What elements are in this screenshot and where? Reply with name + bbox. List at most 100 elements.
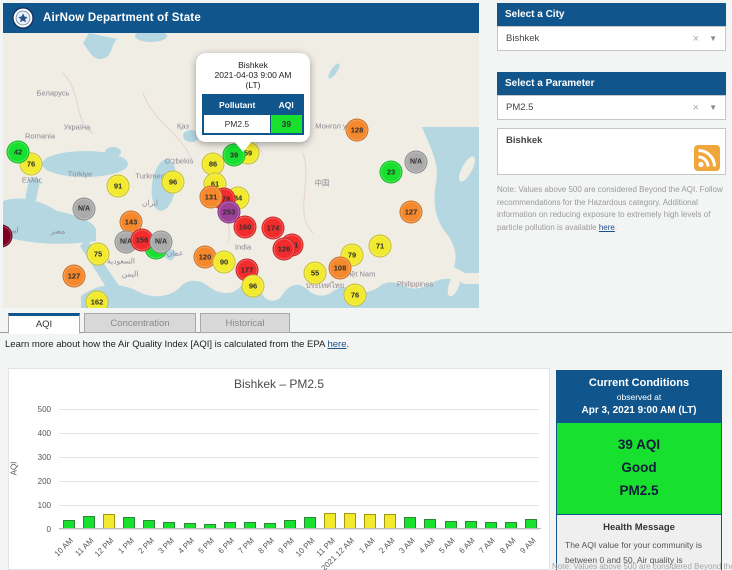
aqi-marker[interactable]: 42 (6, 140, 30, 164)
aqi-marker[interactable]: N/A (72, 197, 96, 221)
sidebar-note-period: . (614, 222, 618, 232)
aqi-marker[interactable]: 91 (106, 174, 130, 198)
chart-bar-slot (521, 409, 541, 528)
chart-bar[interactable] (63, 520, 76, 528)
chart-bar[interactable] (324, 513, 337, 528)
aqi-marker[interactable]: 76 (343, 283, 367, 307)
y-tick-label: 200 (37, 477, 51, 486)
x-tick-label: 4 PM (176, 536, 196, 556)
map-country-label: Україна (63, 122, 91, 132)
chart-y-axis-label: AQI (9, 461, 19, 476)
rss-feed-box: Bishkek (497, 128, 726, 175)
x-tick-label: 1 AM (357, 536, 377, 556)
gridline (59, 529, 539, 530)
chart-bar[interactable] (464, 521, 477, 528)
x-tick-label: 9 AM (517, 536, 538, 556)
chart-bar[interactable] (404, 517, 417, 528)
map-country-label: مصر (50, 226, 66, 236)
aqi-marker[interactable]: 162 (85, 290, 109, 308)
chart-bar-slot (59, 409, 79, 528)
chart-bar[interactable] (263, 523, 276, 528)
x-tick-slot: 9 AM (517, 531, 541, 565)
aqi-marker[interactable]: N/A (404, 150, 428, 174)
tab-historical[interactable]: Historical (200, 313, 290, 333)
chart-bar[interactable] (364, 514, 377, 528)
chart-bar[interactable] (303, 517, 316, 528)
aqi-pollutant-line: PM2.5 (619, 483, 659, 498)
parameter-caret-icon[interactable]: ▼ (709, 103, 717, 112)
aqi-marker[interactable]: 126 (272, 237, 296, 261)
aqi-marker[interactable]: 71 (368, 234, 392, 258)
aqi-marker[interactable]: 96 (161, 170, 185, 194)
select-city-panel: Select a City Bishkek × ▼ (497, 3, 726, 51)
x-tick-label: 4 AM (417, 536, 437, 556)
chart-bar[interactable] (83, 516, 96, 528)
rss-city-label: Bishkek (506, 135, 543, 146)
aqi-marker[interactable]: 90 (212, 250, 236, 274)
learn-more-prefix: Learn more about how the Air Quality Ind… (5, 339, 328, 350)
aqi-marker[interactable]: N/A (149, 230, 173, 254)
map-country-label: India (234, 242, 252, 252)
x-tick-label: 7 PM (236, 536, 257, 556)
x-tick-label: 3 AM (397, 536, 417, 556)
chart-bar[interactable] (163, 522, 176, 528)
chart-bar-slot (501, 409, 521, 528)
aqi-marker[interactable]: 160 (233, 215, 257, 239)
city-caret-icon[interactable]: ▼ (709, 34, 717, 43)
select-parameter-panel: Select a Parameter PM2.5 × ▼ (497, 72, 726, 120)
learn-more-link[interactable]: here (327, 339, 346, 350)
tab-bar: AQI Concentration Historical (8, 313, 290, 334)
chart-bar[interactable] (444, 521, 457, 528)
chart-bars (59, 409, 541, 529)
aqi-marker[interactable]: 108 (328, 256, 352, 280)
chart-bar[interactable] (283, 520, 296, 528)
chart-bar-slot (320, 409, 340, 528)
chart-bar[interactable] (484, 522, 497, 528)
chart-bar[interactable] (424, 519, 437, 528)
chart-bar[interactable] (344, 513, 357, 528)
aqi-marker[interactable]: 55 (303, 261, 327, 285)
parameter-dropdown[interactable]: PM2.5 × ▼ (497, 95, 726, 120)
x-tick-label: 7 AM (477, 536, 498, 556)
chart-bar[interactable] (223, 522, 236, 528)
chart-bar[interactable] (524, 519, 537, 528)
chart-bar-slot (119, 409, 139, 528)
learn-more-period: . (346, 339, 350, 350)
sidebar-note-link[interactable]: here (599, 223, 615, 232)
observed-at-label: observed at (616, 392, 662, 402)
aqi-chart-card: Bishkek – PM2.5 AQI 500 400 300 200 100 0 10 … (8, 368, 550, 570)
aqi-marker[interactable]: 127 (399, 200, 423, 224)
chart-bar-slot (240, 409, 260, 528)
chart-bar[interactable] (103, 514, 116, 528)
chart-bar[interactable] (143, 520, 156, 528)
aqi-category-line: Good (621, 460, 657, 475)
popup-pollutant-value: PM2.5 (202, 114, 271, 135)
current-conditions-header: Current Conditions observed at Apr 3, 20… (557, 371, 721, 423)
tab-aqi[interactable]: AQI (8, 313, 80, 334)
chart-bar[interactable] (504, 522, 517, 528)
x-tick-label: 6 PM (216, 536, 237, 556)
aqi-marker[interactable]: 23 (379, 160, 403, 184)
chart-bar[interactable] (123, 517, 136, 528)
tab-concentration[interactable]: Concentration (84, 313, 196, 333)
aqi-marker[interactable]: 127 (62, 264, 86, 288)
chart-bar-slot (340, 409, 360, 528)
city-dropdown[interactable]: Bishkek × ▼ (497, 26, 726, 51)
bottom-note-cut: Note: Values above 500 are considered Be… (552, 562, 732, 570)
chart-bar[interactable] (183, 523, 196, 528)
chart-bar[interactable] (243, 522, 256, 528)
map-country-label: السعودية (106, 256, 136, 266)
observed-datetime: Apr 3, 2021 9:00 AM (LT) (581, 405, 697, 416)
chart-xlabels: 10 AM 11 AM 12 PM 1 PM 2 PM 3 PM 4 PM 5 PM 6 PM 7… (53, 531, 541, 570)
aqi-marker[interactable]: 96 (241, 274, 265, 298)
aqi-marker[interactable]: 128 (345, 118, 369, 142)
city-clear-icon[interactable]: × (693, 33, 699, 45)
rss-icon[interactable] (694, 145, 720, 171)
parameter-clear-icon[interactable]: × (693, 102, 699, 114)
chart-bar[interactable] (384, 514, 397, 528)
aqi-marker[interactable]: 174 (261, 216, 285, 240)
chart-bar[interactable] (203, 524, 216, 528)
aqi-value-line: 39 AQI (617, 437, 661, 452)
chart-bar-slot (139, 409, 159, 528)
aqi-marker[interactable]: 75 (86, 242, 110, 266)
